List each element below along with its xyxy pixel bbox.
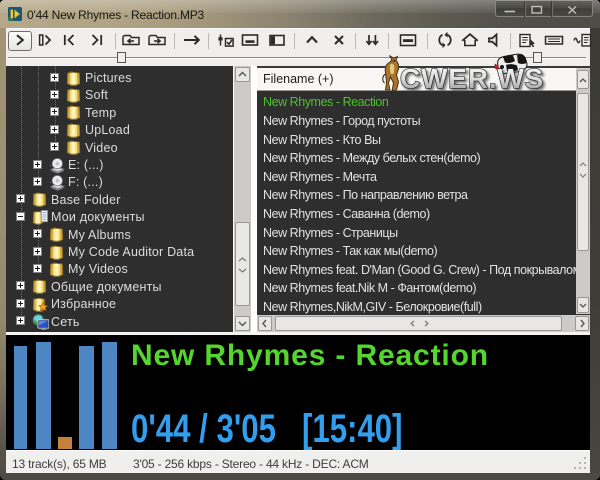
svg-text:CWER.WS: CWER.WS (400, 63, 544, 94)
